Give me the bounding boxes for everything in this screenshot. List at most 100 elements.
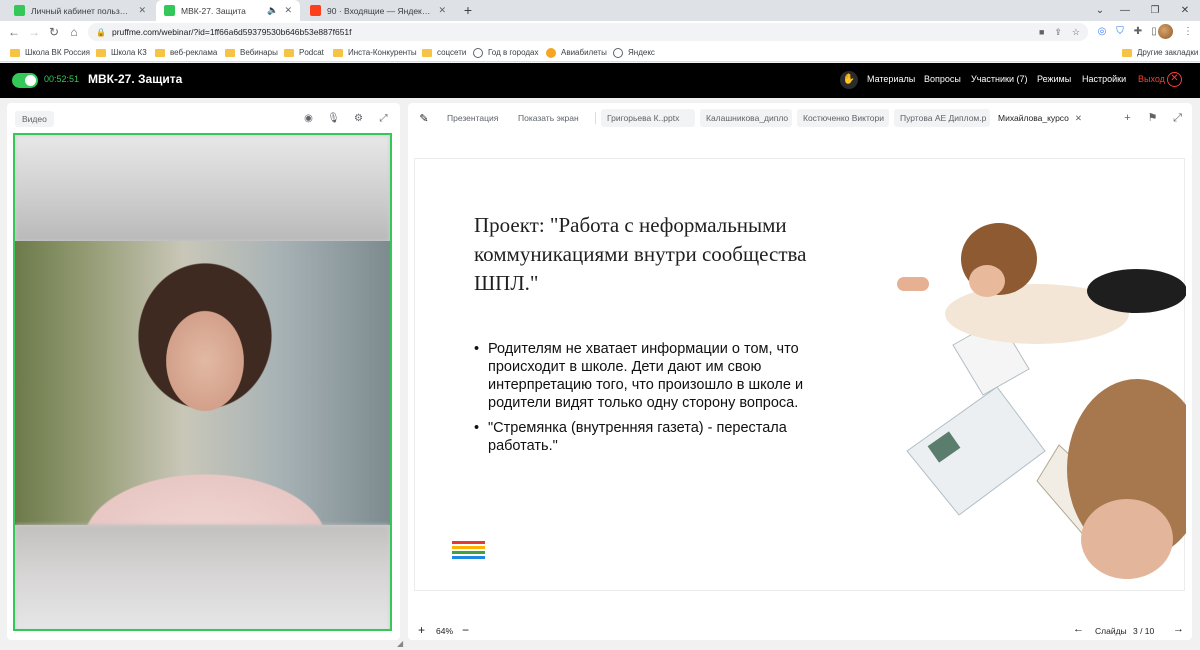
zoom-in-button[interactable]: +: [418, 623, 425, 637]
menu-materials[interactable]: Материалы: [867, 74, 915, 84]
slides-label: Слайды: [1095, 626, 1127, 636]
bookmark-icon[interactable]: ⚑: [1144, 110, 1161, 127]
home-icon[interactable]: ⌂: [66, 24, 82, 40]
school-logo: [452, 541, 485, 559]
tab-favicon-icon: [14, 5, 25, 16]
folder-icon: [333, 48, 343, 57]
webinar-content: Видео ◉ 🎙 ⚙ ⤢ ◢ ✎ Презентация Показать э…: [0, 98, 1200, 650]
minimize-button[interactable]: —: [1110, 0, 1140, 21]
restore-button[interactable]: ❐: [1140, 0, 1170, 21]
add-file-icon[interactable]: +: [1119, 110, 1136, 127]
folder-icon: [96, 48, 106, 57]
slide-title: Проект: "Работа с неформальными коммуник…: [474, 213, 807, 295]
browser-tab-mail[interactable]: 90 · Входящие — Яндекс Почта ✕: [302, 0, 454, 21]
location-icon[interactable]: ◉: [300, 110, 317, 127]
pen-icon[interactable]: ✎: [416, 111, 432, 127]
plane-icon: [546, 47, 556, 58]
microphone-icon[interactable]: 🎙: [325, 110, 342, 127]
bookmarks-bar: Школа ВК Россия Школа К3 веб-реклама Веб…: [0, 43, 1200, 62]
back-icon[interactable]: ←: [6, 24, 22, 40]
bookmark-item[interactable]: веб-реклама: [155, 46, 217, 59]
broadcast-timer: 00:52:51: [44, 74, 80, 84]
expand-icon[interactable]: ⤢: [1169, 110, 1186, 127]
broadcast-toggle[interactable]: [12, 73, 38, 88]
raise-hand-icon[interactable]: ✋: [840, 71, 858, 89]
tab-title: Личный кабинет пользователя: [31, 5, 132, 16]
folder-icon: [422, 48, 432, 57]
webinar-header: 00:52:51 МВК-27. Защита ✋ Материалы Вопр…: [0, 63, 1200, 98]
slide-bullet-list: Родителям не хватает информации о том, ч…: [474, 340, 834, 462]
menu-participants[interactable]: Участники (7): [971, 74, 1028, 84]
folder-icon: [155, 48, 165, 57]
participant-video[interactable]: [13, 133, 392, 631]
previous-slide-icon[interactable]: ←: [1073, 623, 1084, 635]
menu-questions[interactable]: Вопросы: [924, 74, 961, 84]
exit-button[interactable]: Выход: [1138, 74, 1165, 84]
bookmark-item[interactable]: Авиабилеты: [546, 46, 607, 59]
slide-photo: [897, 223, 1186, 579]
close-file-icon[interactable]: ✕: [1075, 113, 1082, 123]
tab-presentation[interactable]: Презентация: [441, 109, 504, 127]
browser-tab-cabinet[interactable]: Личный кабинет пользователя ✕: [6, 0, 154, 21]
bookmark-item[interactable]: Школа ВК Россия: [10, 46, 90, 59]
folder-icon: [1122, 48, 1132, 57]
bookmark-item[interactable]: Инста-Конкуренты: [333, 46, 417, 59]
bookmark-item[interactable]: Яндекс: [613, 46, 655, 59]
share-icon[interactable]: ⇪: [1054, 27, 1062, 38]
file-tab[interactable]: Пуртова АЕ Диплом.р: [894, 109, 990, 127]
browser-tab-webinar[interactable]: МВК-27. Защита 🔈 ✕: [156, 0, 300, 21]
gear-icon[interactable]: ⚙: [350, 110, 367, 127]
menu-modes[interactable]: Режимы: [1037, 74, 1071, 84]
new-tab-button[interactable]: +: [459, 1, 477, 19]
bookmark-item[interactable]: Год в городах: [473, 46, 538, 59]
bookmark-item[interactable]: Школа К3: [96, 46, 147, 59]
slide-counter: 3 / 10: [1133, 626, 1155, 636]
close-tab-icon[interactable]: ✕: [284, 5, 292, 16]
zoom-level: 64%: [436, 626, 454, 636]
url-bar[interactable]: 🔒 pruffme.com/webinar/?id=1ff66a6d593795…: [88, 23, 1088, 41]
folder-icon: [10, 48, 20, 57]
tab-share-screen[interactable]: Показать экран: [512, 109, 585, 127]
shield-icon[interactable]: ⛉: [1112, 24, 1128, 40]
video-blur-bottom: [15, 525, 390, 629]
file-tab[interactable]: Григорьева К..pptx: [601, 109, 695, 127]
puzzle-icon[interactable]: ✚: [1130, 24, 1146, 40]
folder-icon: [225, 48, 235, 57]
other-bookmarks[interactable]: Другие закладки: [1122, 46, 1198, 59]
browser-tab-strip: Личный кабинет пользователя ✕ МВК-27. За…: [0, 0, 1200, 21]
file-tab-active[interactable]: Михайлова_курсо ✕: [992, 109, 1088, 127]
profile-avatar[interactable]: [1158, 24, 1173, 39]
speaker-icon[interactable]: 🔈: [267, 5, 278, 16]
window-close-button[interactable]: ✕: [1170, 0, 1200, 21]
menu-dots-icon[interactable]: ⋮: [1180, 24, 1196, 40]
star-icon[interactable]: ☆: [1072, 27, 1080, 38]
camera-icon[interactable]: ■: [1039, 27, 1044, 37]
resize-handle-icon[interactable]: ◢: [397, 639, 403, 648]
tab-favicon-icon: [164, 5, 175, 16]
video-blur-top: [15, 135, 390, 241]
mail-favicon-icon: [310, 5, 321, 16]
tab-title: 90 · Входящие — Яндекс Почта: [327, 5, 432, 16]
file-tab-label: Михайлова_курсо: [998, 113, 1069, 123]
expand-icon[interactable]: ⤢: [375, 110, 392, 127]
globe-icon: [473, 47, 483, 58]
next-slide-icon[interactable]: →: [1173, 623, 1184, 635]
menu-settings[interactable]: Настройки: [1082, 74, 1126, 84]
forward-icon[interactable]: →: [26, 24, 42, 40]
folder-icon: [284, 48, 294, 57]
bookmark-item[interactable]: Podcat: [284, 46, 324, 59]
bookmark-item[interactable]: соцсети: [422, 46, 466, 59]
slide-bullet: "Стремянка (внутренняя газета) - переста…: [474, 419, 834, 455]
slide-canvas: Проект: "Работа с неформальными коммуник…: [414, 158, 1186, 591]
zoom-out-button[interactable]: −: [462, 623, 469, 637]
file-tab[interactable]: Калашникова_дипло: [700, 109, 792, 127]
video-tab[interactable]: Видео: [15, 111, 54, 127]
video-panel: Видео ◉ 🎙 ⚙ ⤢ ◢: [7, 103, 403, 648]
bookmark-item[interactable]: Вебинары: [225, 46, 278, 59]
reload-icon[interactable]: ↻: [46, 24, 62, 40]
close-tab-icon[interactable]: ✕: [138, 5, 146, 16]
file-tab[interactable]: Костюченко Виктори: [797, 109, 889, 127]
close-tab-icon[interactable]: ✕: [438, 5, 446, 16]
extension-icon[interactable]: ◎: [1094, 24, 1110, 40]
exit-icon[interactable]: ✕: [1167, 72, 1182, 87]
